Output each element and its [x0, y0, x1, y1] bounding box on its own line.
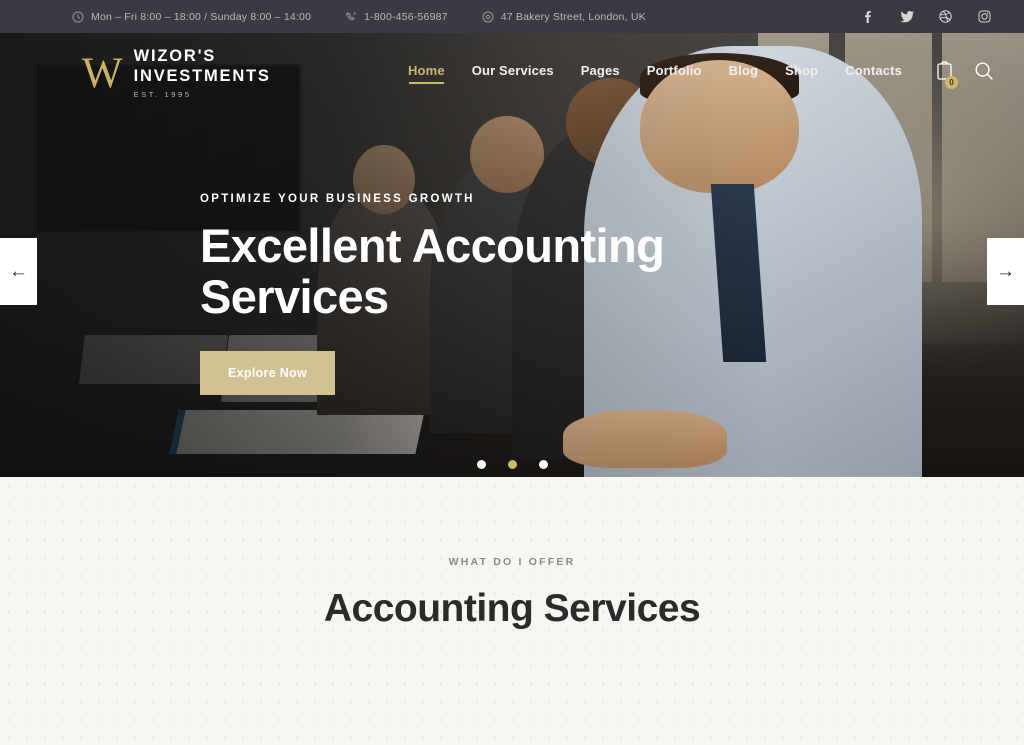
dribbble-icon[interactable] [938, 9, 953, 24]
search-button[interactable] [974, 61, 994, 86]
slider-next-arrow[interactable]: → [987, 238, 1024, 305]
hero-title-line2: Services [200, 269, 389, 323]
instagram-icon[interactable] [977, 9, 992, 24]
clock-icon [72, 11, 84, 23]
slider-dot-1[interactable] [476, 460, 486, 469]
explore-now-button[interactable]: Explore Now [200, 350, 336, 395]
social-links [860, 9, 992, 24]
hero-title-line1: Excellent Accounting [200, 219, 665, 272]
slider-dot-3[interactable] [538, 460, 548, 469]
hero-eyebrow: OPTIMIZE YOUR BUSINESS GROWTH [200, 193, 475, 205]
header-tools: 0 [936, 61, 994, 89]
cart-button[interactable]: 0 [936, 61, 958, 89]
nav-item-contacts[interactable]: Contacts [845, 63, 902, 84]
top-bar: Mon – Fri 8:00 – 18:00 / Sunday 8:00 – 1… [0, 0, 1024, 33]
hero-slider: W WIZOR'S INVESTMENTS EST. 1995 Home Our… [0, 33, 1024, 477]
nav-item-our-services[interactable]: Our Services [472, 63, 554, 84]
logo-name-line1: WIZOR'S [133, 47, 217, 66]
phone-number[interactable]: 1-800-456-56987 [345, 11, 448, 23]
address: 47 Bakery Street, London, UK [482, 11, 646, 23]
nav-item-portfolio[interactable]: Portfolio [647, 63, 702, 84]
phone-number-text: 1-800-456-56987 [364, 10, 448, 23]
services-heading-group: WHAT DO I OFFER Accounting Services [0, 477, 1024, 631]
twitter-icon[interactable] [899, 9, 914, 24]
site-header: W WIZOR'S INVESTMENTS EST. 1995 Home Our… [0, 33, 1024, 113]
services-eyebrow: WHAT DO I OFFER [448, 556, 576, 568]
search-icon [974, 61, 994, 86]
business-hours-text: Mon – Fri 8:00 – 18:00 / Sunday 8:00 – 1… [91, 10, 312, 23]
logo-mark: W [82, 49, 123, 97]
nav-item-shop[interactable]: Shop [785, 63, 818, 84]
site-logo[interactable]: W WIZOR'S INVESTMENTS EST. 1995 [82, 47, 271, 99]
location-pin-icon [482, 11, 494, 23]
services-title: Accounting Services [323, 587, 701, 630]
phone-icon [345, 11, 357, 23]
nav-item-home[interactable]: Home [408, 63, 445, 84]
nav-item-blog[interactable]: Blog [729, 63, 758, 84]
slider-prev-arrow[interactable]: ← [0, 238, 37, 305]
main-navigation: Home Our Services Pages Portfolio Blog S… [408, 63, 902, 84]
logo-established: EST. 1995 [133, 89, 192, 99]
slider-dot-2[interactable] [507, 460, 517, 469]
top-bar-info: Mon – Fri 8:00 – 18:00 / Sunday 8:00 – 1… [72, 11, 646, 23]
nav-item-pages[interactable]: Pages [581, 63, 620, 84]
hero-content: OPTIMIZE YOUR BUSINESS GROWTH Excellent … [200, 193, 665, 395]
services-section: WHAT DO I OFFER Accounting Services [0, 477, 1024, 745]
logo-name-line2: INVESTMENTS [133, 66, 271, 85]
facebook-icon[interactable] [860, 9, 875, 24]
cart-count-badge: 0 [945, 76, 958, 89]
address-text: 47 Bakery Street, London, UK [500, 10, 646, 23]
slider-dots [0, 460, 1024, 469]
business-hours: Mon – Fri 8:00 – 18:00 / Sunday 8:00 – 1… [72, 11, 311, 23]
